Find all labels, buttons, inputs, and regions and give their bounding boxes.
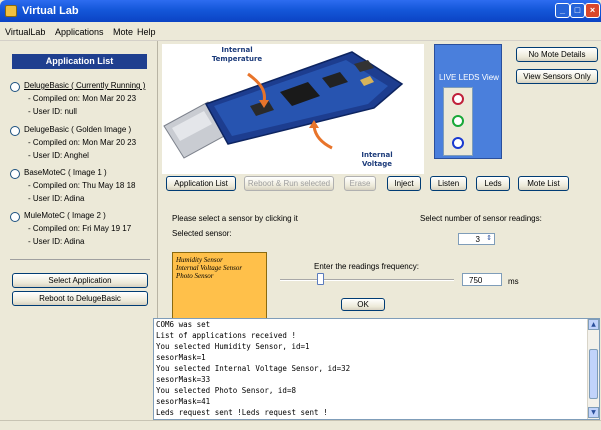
app-radio[interactable] — [10, 169, 20, 179]
console-line: You selected Photo Sensor, id=8 — [156, 386, 296, 395]
app-compiled: - Compiled on: Mon Mar 20 23 — [28, 94, 137, 103]
frequency-slider-thumb[interactable] — [317, 273, 324, 285]
window-title: Virtual Lab — [22, 5, 79, 17]
app-user: - User ID: Adina — [28, 237, 85, 246]
readings-count-value: 3 — [475, 235, 480, 244]
menu-mote[interactable]: Mote — [113, 27, 133, 37]
no-mote-details-button[interactable]: No Mote Details — [516, 47, 598, 62]
console-line: sesorMask=41 — [156, 397, 211, 406]
application-list-button[interactable]: Application List — [166, 176, 236, 191]
listen-button[interactable]: Listen — [430, 176, 467, 191]
scroll-down-icon[interactable]: ▼ — [588, 407, 599, 418]
app-icon — [5, 5, 17, 17]
menu-help[interactable]: Help — [137, 27, 156, 37]
close-button[interactable]: × — [585, 3, 600, 18]
sensor-internal-voltage[interactable]: Internal Voltage Sensor — [176, 264, 242, 272]
app-radio[interactable] — [10, 212, 20, 222]
readings-count-label: Select number of sensor readings: — [420, 214, 542, 223]
sensor-panel: Please select a sensor by clicking it Se… — [162, 196, 600, 320]
app-name: BaseMoteC ( Image 1 ) — [24, 168, 107, 177]
console-line: sesorMask=1 — [156, 353, 206, 362]
status-bar — [0, 420, 601, 430]
menu-virtuallab[interactable]: VirtualLab — [5, 27, 45, 37]
mote-photo: Internal Temperature Internal Voltage — [162, 44, 424, 174]
app-name: MuleMoteC ( Image 2 ) — [24, 211, 106, 220]
green-led-icon — [452, 115, 464, 127]
select-application-button[interactable]: Select Application — [12, 273, 148, 288]
console-line: COM6 was set — [156, 320, 211, 329]
leds-indicator-box — [443, 87, 473, 156]
title-bar: Virtual Lab _ □ × — [0, 0, 601, 22]
sensor-humidity[interactable]: Humidity Sensor — [176, 256, 223, 264]
application-list-panel: Application List DelugeBasic ( Currently… — [0, 41, 158, 419]
frequency-input[interactable]: 750 — [462, 273, 502, 286]
sensor-list[interactable]: Humidity Sensor Internal Voltage Sensor … — [172, 252, 267, 320]
scroll-thumb[interactable] — [589, 349, 598, 399]
app-radio[interactable] — [10, 126, 20, 136]
app-name: DelugeBasic ( Currently Running ) — [24, 81, 146, 90]
app-user: - User ID: null — [28, 107, 77, 116]
app-user: - User ID: Anghel — [28, 151, 89, 160]
console-line: List of applications received ! — [156, 331, 296, 340]
reboot-run-selected-button[interactable]: Reboot & Run selected — [244, 176, 334, 191]
menu-applications[interactable]: Applications — [55, 27, 104, 37]
application-list-header: Application List — [12, 54, 147, 69]
app-name: DelugeBasic ( Golden Image ) — [24, 125, 132, 134]
frequency-value: 750 — [469, 276, 483, 285]
blue-led-icon — [452, 137, 464, 149]
live-leds-title: LIVE LEDS View — [439, 73, 499, 82]
reboot-to-delugebasic-button[interactable]: Reboot to DelugeBasic — [12, 291, 148, 306]
minimize-button[interactable]: _ — [555, 3, 570, 18]
erase-button[interactable]: Erase — [344, 176, 376, 191]
internal-temperature-label: Internal Temperature — [211, 46, 263, 63]
selected-sensor-label: Selected sensor: — [172, 229, 232, 238]
frequency-slider-track[interactable] — [280, 279, 454, 281]
app-compiled: - Compiled on: Fri May 19 17 — [28, 224, 132, 233]
red-led-icon — [452, 93, 464, 105]
console-line: You selected Humidity Sensor, id=1 — [156, 342, 310, 351]
console-line: sesorMask=33 — [156, 375, 211, 384]
sensor-select-prompt: Please select a sensor by clicking it — [172, 214, 298, 223]
frequency-unit: ms — [508, 277, 519, 286]
readings-count-spinner[interactable]: 3 ⇕ — [458, 233, 495, 245]
inject-button[interactable]: Inject — [387, 176, 421, 191]
app-user: - User ID: Adina — [28, 194, 85, 203]
ok-button[interactable]: OK — [341, 298, 385, 311]
console-scrollbar[interactable]: ▲ ▼ — [587, 319, 599, 419]
console-line: Leds request sent !Leds request sent ! — [156, 408, 328, 417]
maximize-button[interactable]: □ — [570, 3, 585, 18]
app-compiled: - Compiled on: Thu May 18 18 — [28, 181, 136, 190]
internal-voltage-label: Internal Voltage — [361, 151, 393, 168]
menu-bar: VirtualLab Applications Mote Help — [0, 22, 601, 41]
app-radio[interactable] — [10, 82, 20, 92]
spinner-arrows-icon[interactable]: ⇕ — [486, 234, 492, 242]
divider — [10, 259, 150, 260]
leds-button[interactable]: Leds — [476, 176, 510, 191]
scroll-up-icon[interactable]: ▲ — [588, 319, 599, 330]
console-log[interactable]: COM6 was set List of applications receiv… — [153, 318, 600, 420]
sensor-photo[interactable]: Photo Sensor — [176, 272, 214, 280]
live-leds-panel: LIVE LEDS View — [434, 44, 502, 159]
frequency-label: Enter the readings frequency: — [314, 262, 419, 271]
view-sensors-only-button[interactable]: View Sensors Only — [516, 69, 598, 84]
console-line: You selected Internal Voltage Sensor, id… — [156, 364, 351, 373]
mote-list-button[interactable]: Mote List — [518, 176, 569, 191]
app-compiled: - Compiled on: Mon Mar 20 23 — [28, 138, 137, 147]
